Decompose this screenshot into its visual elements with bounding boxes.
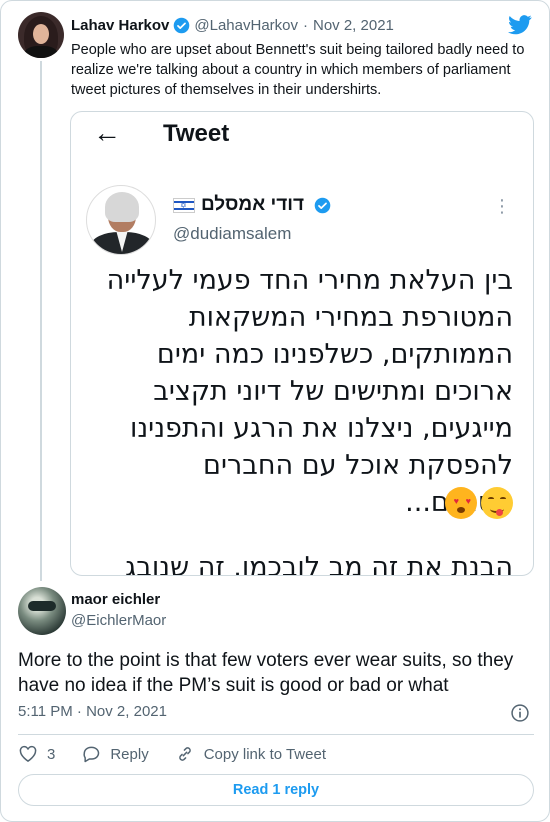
reply-tweet-text: More to the point is that few voters eve… xyxy=(18,650,514,696)
verified-badge-icon xyxy=(174,17,190,34)
header-separator: · xyxy=(303,17,308,34)
israel-flag-icon: ✡ xyxy=(173,197,195,213)
action-bar: 3 Reply Copy link to Tweet xyxy=(18,743,352,765)
copy-link-button[interactable]: Copy link to Tweet xyxy=(175,744,326,764)
embed-user-row: דודי אמסלם ✡ @dudiamsalem ⋮ xyxy=(71,180,533,260)
embed-topbar: ← Tweet xyxy=(71,112,533,156)
tweet-card: Lahav Harkov @LahavHarkov · Nov 2, 2021 … xyxy=(0,0,550,822)
embed-avatar xyxy=(86,185,156,255)
copy-link-label: Copy link to Tweet xyxy=(203,745,326,763)
embed-emojis: ♥ ♥ xyxy=(445,487,513,519)
yum-face-icon xyxy=(481,487,513,519)
like-count: 3 xyxy=(47,745,56,763)
parent-header: Lahav Harkov @LahavHarkov · Nov 2, 2021 xyxy=(71,17,394,34)
like-button[interactable]: 3 xyxy=(18,744,55,764)
embed-handle: @dudiamsalem xyxy=(173,224,292,243)
back-arrow-icon: ← xyxy=(93,117,121,148)
read-replies-button[interactable]: Read 1 reply xyxy=(18,774,534,806)
embed-header-title: Tweet xyxy=(163,120,230,147)
embed-verified-icon xyxy=(314,197,331,213)
twitter-logo-icon[interactable] xyxy=(508,15,532,35)
reply-label: Reply xyxy=(110,745,149,763)
reply-avatar[interactable] xyxy=(18,587,66,635)
parent-tweet-text: People who are upset about Bennett's sui… xyxy=(71,42,525,98)
heart-icon xyxy=(19,745,37,762)
reply-timestamp[interactable]: 5:11 PM · Nov 2, 2021 xyxy=(18,703,167,720)
embed-name-text: דודי אמסלם xyxy=(201,194,305,215)
embed-cut-text: הבנת את זה מב לובכמו. זה שנובג xyxy=(125,552,513,576)
reply-button[interactable]: Reply xyxy=(81,744,149,764)
info-icon[interactable] xyxy=(510,703,530,723)
heart-eyes-face-icon: ♥ ♥ xyxy=(445,487,477,519)
embedded-screenshot[interactable]: ← Tweet דודי אמסלם ✡ @dudiamsalem ⋮ בין … xyxy=(70,111,534,576)
embed-tweet-text: בין העלאת מחירי החד פעמי לעלייה המטורפת … xyxy=(106,265,513,518)
reply-icon xyxy=(83,746,100,763)
more-options-icon: ⋮ xyxy=(493,196,511,216)
thread-line xyxy=(40,61,42,581)
reply-handle[interactable]: @EichlerMaor xyxy=(71,612,166,629)
parent-avatar[interactable] xyxy=(18,12,64,58)
reply-name[interactable]: maor eichler xyxy=(71,591,160,608)
divider xyxy=(18,734,534,735)
parent-date[interactable]: Nov 2, 2021 xyxy=(313,17,394,34)
parent-name[interactable]: Lahav Harkov xyxy=(71,17,169,34)
link-icon xyxy=(178,747,191,761)
embed-user-name: דודי אמסלם ✡ xyxy=(173,194,335,216)
parent-handle[interactable]: @LahavHarkov xyxy=(194,17,298,34)
